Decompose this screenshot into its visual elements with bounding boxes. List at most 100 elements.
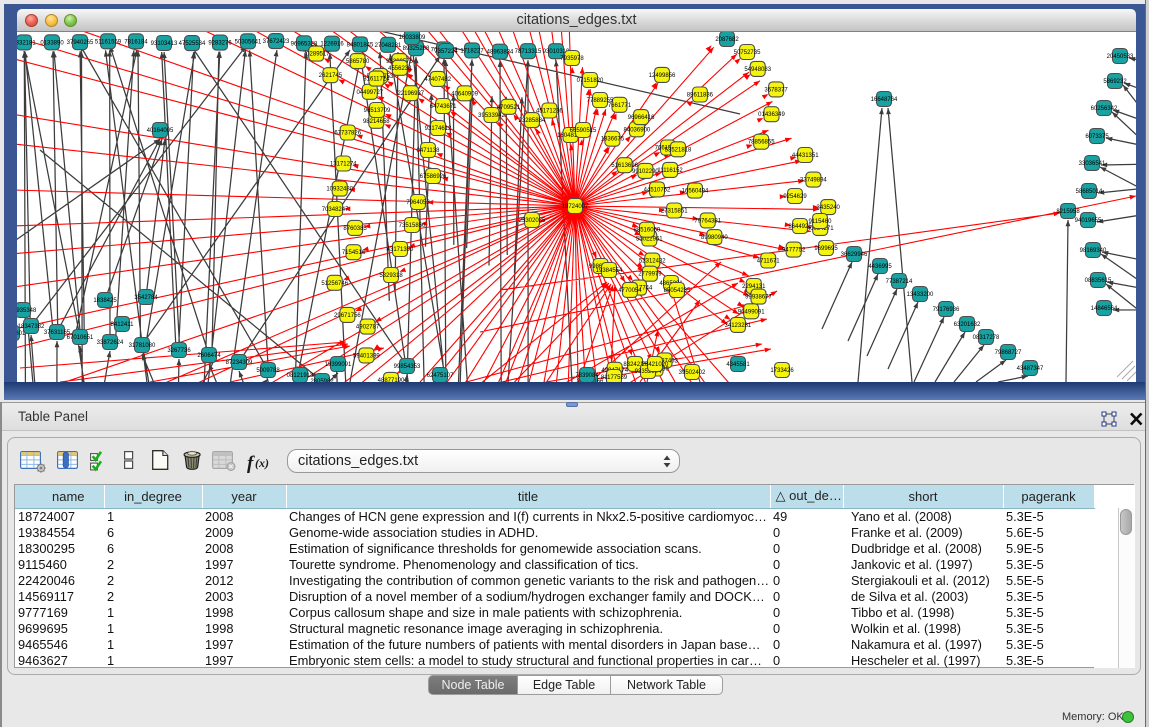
svg-text:99102290: 99102290 <box>632 169 659 175</box>
svg-text:4332181: 4332181 <box>17 40 36 46</box>
svg-text:67737826: 67737826 <box>334 131 361 137</box>
svg-text:96513709: 96513709 <box>364 108 391 114</box>
svg-text:0133890: 0133890 <box>40 40 64 46</box>
svg-text:5009788: 5009788 <box>256 368 280 374</box>
svg-text:08317278: 08317278 <box>973 335 1000 341</box>
svg-text:39533942: 39533942 <box>478 113 505 119</box>
svg-text:19384554: 19384554 <box>596 268 623 274</box>
svg-text:9254629: 9254629 <box>783 194 807 200</box>
svg-text:36629946: 36629946 <box>841 252 868 258</box>
svg-text:99854353: 99854353 <box>394 364 421 370</box>
svg-text:18347382: 18347382 <box>18 324 45 330</box>
svg-text:1733426: 1733426 <box>770 368 794 374</box>
svg-text:84036900: 84036900 <box>624 127 651 133</box>
svg-text:10932480: 10932480 <box>326 187 353 193</box>
svg-text:6073375: 6073375 <box>1085 134 1109 140</box>
svg-text:5869232: 5869232 <box>1103 79 1127 85</box>
svg-text:79764381: 79764381 <box>694 218 721 224</box>
svg-text:7964053: 7964053 <box>406 200 430 206</box>
svg-text:9115460: 9115460 <box>809 219 833 225</box>
svg-text:37940265: 37940265 <box>67 40 94 46</box>
svg-text:94019655: 94019655 <box>1075 218 1102 224</box>
svg-text:96499091: 96499091 <box>738 309 765 315</box>
svg-text:60256342: 60256342 <box>1091 106 1118 112</box>
svg-text:08835615: 08835615 <box>1085 278 1112 284</box>
svg-text:(x): (x) <box>255 456 269 470</box>
svg-text:50305641: 50305641 <box>235 39 262 45</box>
svg-text:51613696: 51613696 <box>611 163 638 169</box>
svg-text:48963834: 48963834 <box>487 50 514 56</box>
svg-text:40640909: 40640909 <box>451 91 478 97</box>
svg-text:33036541: 33036541 <box>1079 161 1106 167</box>
svg-text:27315851: 27315851 <box>661 209 688 215</box>
svg-text:45171236: 45171236 <box>536 109 563 115</box>
svg-text:1718227: 1718227 <box>460 48 484 54</box>
svg-text:22196937: 22196937 <box>397 91 424 97</box>
svg-text:47525534: 47525534 <box>179 41 206 47</box>
svg-text:47407482: 47407482 <box>424 77 451 83</box>
svg-text:4902787: 4902787 <box>356 325 380 331</box>
svg-text:54948083: 54948083 <box>744 67 771 73</box>
svg-text:63201632: 63201632 <box>954 322 981 328</box>
svg-text:1836675: 1836675 <box>601 137 625 143</box>
svg-text:43171390: 43171390 <box>387 247 414 253</box>
svg-text:33872624: 33872624 <box>97 340 124 346</box>
svg-text:64743671: 64743671 <box>430 104 457 110</box>
svg-text:70348247: 70348247 <box>322 207 349 213</box>
svg-text:96966416: 96966416 <box>628 115 655 121</box>
svg-text:31781080: 31781080 <box>129 343 156 349</box>
svg-text:67586926: 67586926 <box>420 174 447 180</box>
svg-text:37672423: 37672423 <box>263 39 290 45</box>
svg-text:73515850: 73515850 <box>399 223 426 229</box>
svg-text:16648764: 16648764 <box>871 97 898 103</box>
svg-text:1838425: 1838425 <box>93 298 117 304</box>
svg-text:44935348: 44935348 <box>17 308 37 314</box>
svg-text:5865780: 5865780 <box>346 59 370 65</box>
svg-text:89980940: 89980940 <box>701 235 728 241</box>
svg-text:8215958: 8215958 <box>1056 209 1080 215</box>
svg-text:2621745: 2621745 <box>319 73 343 79</box>
svg-text:70289517: 70289517 <box>303 52 330 58</box>
svg-text:85054235: 85054235 <box>664 288 691 294</box>
svg-text:2805982: 2805982 <box>310 379 334 382</box>
svg-text:23302035: 23302035 <box>519 218 546 224</box>
svg-text:84801845: 84801845 <box>347 42 374 48</box>
svg-text:7154516: 7154516 <box>342 250 366 256</box>
svg-text:07151820: 07151820 <box>577 78 604 84</box>
svg-text:3435240: 3435240 <box>817 205 841 211</box>
svg-text:77387214: 77387214 <box>886 279 913 285</box>
svg-text:7839084: 7839084 <box>575 373 599 379</box>
svg-text:29671756: 29671756 <box>334 313 361 319</box>
svg-text:78713315: 78713315 <box>515 49 542 55</box>
svg-text:1226916: 1226916 <box>320 42 344 48</box>
svg-text:52312432: 52312432 <box>639 259 666 265</box>
svg-text:11116152: 11116152 <box>657 168 683 174</box>
svg-text:2087682: 2087682 <box>715 37 739 43</box>
svg-text:48877190: 48877190 <box>378 378 405 382</box>
svg-text:5329318: 5329318 <box>379 273 403 279</box>
svg-text:93103413: 93103413 <box>151 41 178 47</box>
svg-text:66590515: 66590515 <box>570 128 597 134</box>
svg-text:18724007: 18724007 <box>562 204 589 210</box>
svg-text:44510762: 44510762 <box>644 187 671 193</box>
svg-text:13171274: 13171274 <box>330 162 357 168</box>
svg-text:3267736: 3267736 <box>167 348 191 354</box>
svg-text:51161559: 51161559 <box>95 39 122 45</box>
svg-text:04499727: 04499727 <box>356 90 383 96</box>
svg-text:79176936: 79176936 <box>933 307 960 313</box>
svg-text:58685014: 58685014 <box>1076 189 1103 195</box>
svg-text:8412411: 8412411 <box>111 322 135 328</box>
svg-text:27048281: 27048281 <box>375 43 402 49</box>
svg-text:87234309: 87234309 <box>226 360 253 366</box>
svg-text:01436349: 01436349 <box>758 112 785 118</box>
svg-text:4556238: 4556238 <box>388 66 412 72</box>
svg-text:77889255: 77889255 <box>587 98 614 104</box>
svg-text:98169340: 98169340 <box>1080 248 1107 254</box>
svg-text:31611724: 31611724 <box>363 77 390 83</box>
svg-text:42786801: 42786801 <box>17 331 26 337</box>
svg-text:3678377: 3678377 <box>764 87 788 93</box>
svg-text:23285884: 23285884 <box>519 118 546 124</box>
svg-text:43487347: 43487347 <box>1017 366 1044 372</box>
svg-text:98214658: 98214658 <box>363 119 390 125</box>
svg-text:2606474: 2606474 <box>197 353 221 359</box>
